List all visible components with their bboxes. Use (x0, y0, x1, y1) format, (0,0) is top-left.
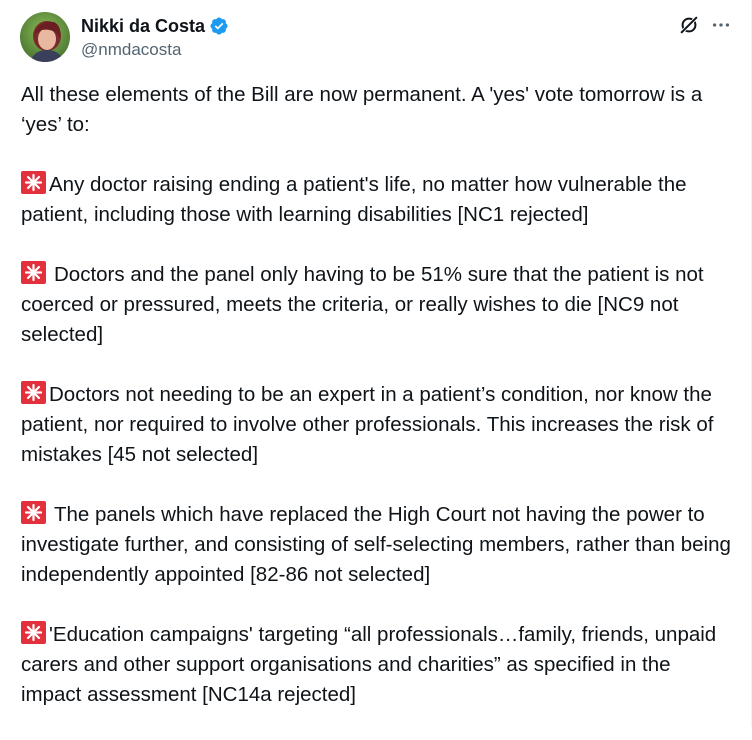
avatar[interactable] (20, 12, 70, 62)
list-item: Doctors and the panel only having to be … (21, 260, 736, 350)
list-item-text: Doctors not needing to be an expert in a… (21, 383, 714, 466)
author-handle[interactable]: @nmdacosta (81, 40, 229, 60)
tweet-intro: All these elements of the Bill are now p… (21, 80, 736, 140)
police-car-light-icon (21, 621, 46, 644)
tweet-actions (678, 14, 732, 36)
police-car-light-icon (21, 501, 46, 524)
list-item-text: Doctors and the panel only having to be … (21, 263, 704, 346)
tweet-header: Nikki da Costa @nmdacosta (20, 12, 732, 64)
police-car-light-icon (21, 381, 46, 404)
author-display-name[interactable]: Nikki da Costa (81, 16, 205, 37)
list-item: Doctors not needing to be an expert in a… (21, 380, 736, 470)
list-item: 'Education campaigns' targeting “all pro… (21, 620, 736, 710)
police-car-light-icon (21, 171, 46, 194)
list-item: Any doctor raising ending a patient's li… (21, 170, 736, 230)
list-item: The panels which have replaced the High … (21, 500, 736, 590)
intro-text: All these elements of the Bill are now p… (21, 83, 703, 136)
author-names: Nikki da Costa @nmdacosta (81, 14, 229, 60)
list-item-text: The panels which have replaced the High … (21, 503, 731, 586)
police-car-light-icon (21, 261, 46, 284)
verified-badge-icon (209, 16, 229, 36)
tweet-body: All these elements of the Bill are now p… (21, 80, 736, 740)
list-item-text: Any doctor raising ending a patient's li… (21, 173, 687, 226)
tweet-card: Nikki da Costa @nmdacosta All these elem… (0, 0, 752, 727)
list-item-text: 'Education campaigns' targeting “all pro… (21, 623, 717, 706)
grok-icon[interactable] (678, 14, 700, 36)
more-options-icon[interactable] (710, 14, 732, 36)
